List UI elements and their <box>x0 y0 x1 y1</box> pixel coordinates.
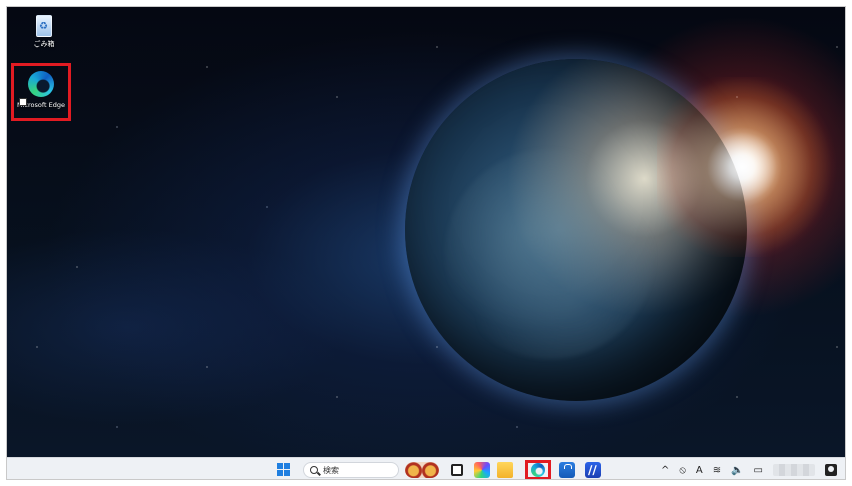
search-label: 検索 <box>323 465 339 475</box>
recycle-bin-label: ごみ箱 <box>33 40 55 48</box>
widgets-button[interactable] <box>405 462 439 478</box>
start-icon-part <box>284 463 290 469</box>
recycle-bin-icon <box>36 15 52 37</box>
shortcut-arrow-icon <box>19 98 27 106</box>
microsoft-store-button[interactable] <box>559 462 575 478</box>
volume-icon[interactable]: 🔈 <box>731 465 743 476</box>
start-icon-part <box>277 470 283 476</box>
microsoft-edge-desktop-shortcut[interactable]: Microsoft Edge <box>11 63 71 121</box>
battery-icon[interactable]: ▭ <box>754 465 763 476</box>
start-button[interactable] <box>277 463 291 477</box>
desktop-screen: ごみ箱 Microsoft Edge 検索 ^ ⦸ A <box>6 6 846 480</box>
start-icon-part <box>284 470 290 476</box>
system-tray: ^ ⦸ A ≋ 🔈 ▭ <box>661 462 837 478</box>
clock-area[interactable] <box>773 464 815 476</box>
recycle-bin-desktop-icon[interactable]: ごみ箱 <box>25 15 63 57</box>
no-connection-icon[interactable]: ⦸ <box>679 465 686 476</box>
start-icon <box>277 463 283 469</box>
earth-planet-image <box>405 59 747 401</box>
edge-icon <box>28 71 54 97</box>
edge-taskbar-button[interactable] <box>525 460 551 479</box>
taskbar: 検索 ^ ⦸ A ≋ 🔈 ▭ <box>7 457 845 479</box>
taskbar-search-box[interactable]: 検索 <box>303 462 399 478</box>
ime-indicator[interactable]: A <box>696 465 703 476</box>
search-icon <box>310 466 318 474</box>
file-explorer-button[interactable] <box>497 462 513 478</box>
show-hidden-icons-chevron[interactable]: ^ <box>661 465 669 476</box>
copilot-button[interactable] <box>474 462 490 478</box>
notification-icon[interactable] <box>825 464 837 476</box>
pinned-app-button[interactable] <box>585 462 601 478</box>
task-view-button[interactable] <box>451 464 463 476</box>
wifi-icon[interactable]: ≋ <box>713 465 721 476</box>
edge-icon <box>531 463 545 477</box>
